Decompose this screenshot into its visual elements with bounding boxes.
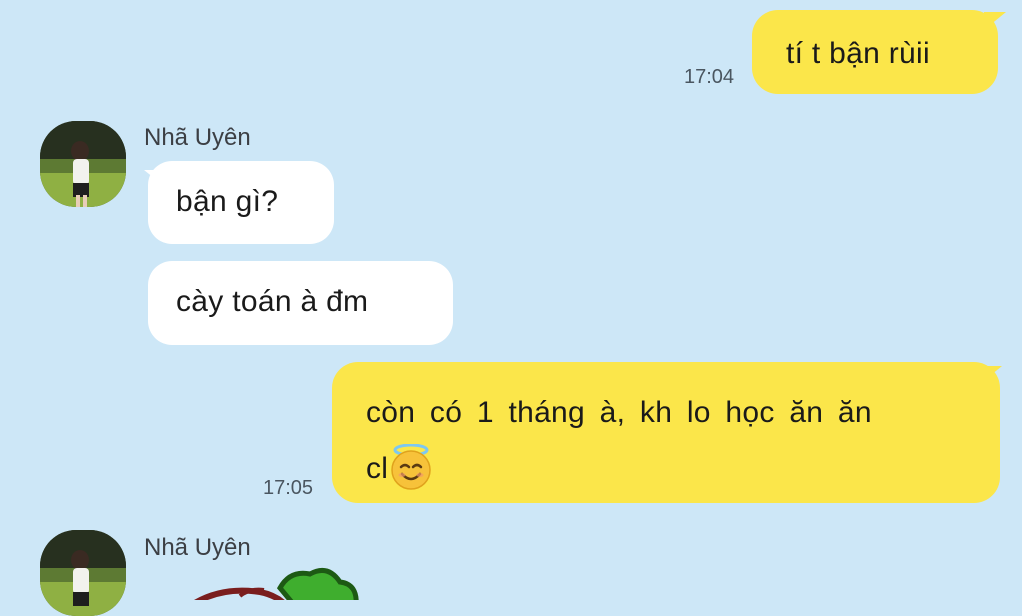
smiling-face-with-halo-icon (390, 443, 432, 490)
message-timestamp: 17:05 (263, 477, 314, 499)
incoming-message-bubble[interactable]: cày toán à đm (148, 261, 453, 345)
avatar-photo-icon (40, 121, 126, 207)
contact-avatar[interactable] (40, 121, 126, 207)
sticker-image[interactable] (180, 566, 380, 600)
message-text: tí t bận rùii (786, 37, 930, 70)
incoming-message-bubble[interactable]: bận gì? (148, 161, 334, 244)
message-text: bận gì? (176, 185, 279, 218)
message-text-line: còn có 1 tháng à, kh lo học ăn ăn (366, 396, 872, 429)
sender-name: Nhã Uyên (144, 534, 251, 561)
message-timestamp: 17:04 (684, 66, 735, 88)
contact-avatar[interactable] (40, 530, 126, 616)
outgoing-message-bubble[interactable]: còn có 1 tháng à, kh lo học ăn ăn cl (332, 362, 1000, 503)
sender-name: Nhã Uyên (144, 124, 251, 151)
sticker-icon (194, 567, 359, 600)
outgoing-message-bubble[interactable]: tí t bận rùii (752, 10, 998, 94)
avatar-photo-icon (40, 530, 126, 616)
message-text-line: cl (366, 452, 389, 485)
message-text: cày toán à đm (176, 285, 369, 318)
